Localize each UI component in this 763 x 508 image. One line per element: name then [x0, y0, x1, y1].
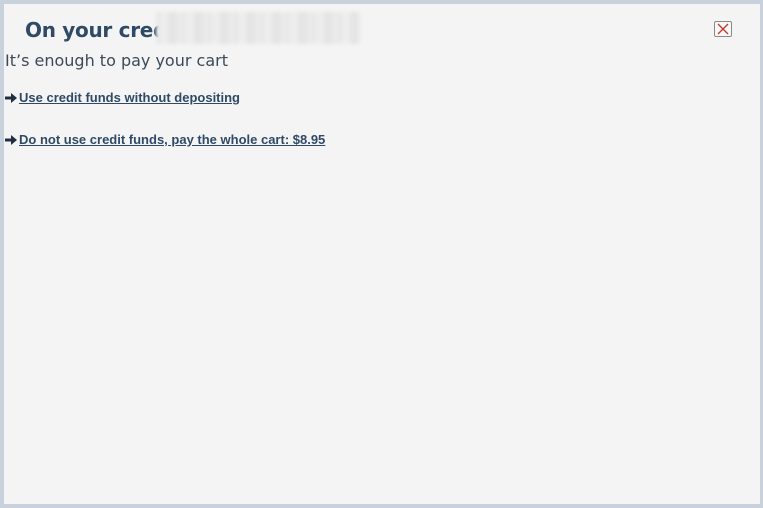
dialog-header: On your credit [4, 10, 760, 48]
credit-dialog: On your credit It’s enough to pay your c… [4, 4, 760, 504]
arrow-right-icon [5, 92, 17, 103]
redacted-amount [156, 12, 360, 44]
option-use-credit: Use credit funds without depositing [5, 90, 240, 105]
close-icon [717, 23, 729, 35]
arrow-right-icon [5, 134, 17, 145]
close-button[interactable] [714, 21, 732, 37]
dialog-subtitle: It’s enough to pay your cart [5, 51, 228, 70]
option-pay-whole: Do not use credit funds, pay the whole c… [5, 132, 325, 147]
use-credit-link[interactable]: Use credit funds without depositing [19, 90, 240, 105]
pay-whole-cart-link[interactable]: Do not use credit funds, pay the whole c… [19, 132, 325, 147]
